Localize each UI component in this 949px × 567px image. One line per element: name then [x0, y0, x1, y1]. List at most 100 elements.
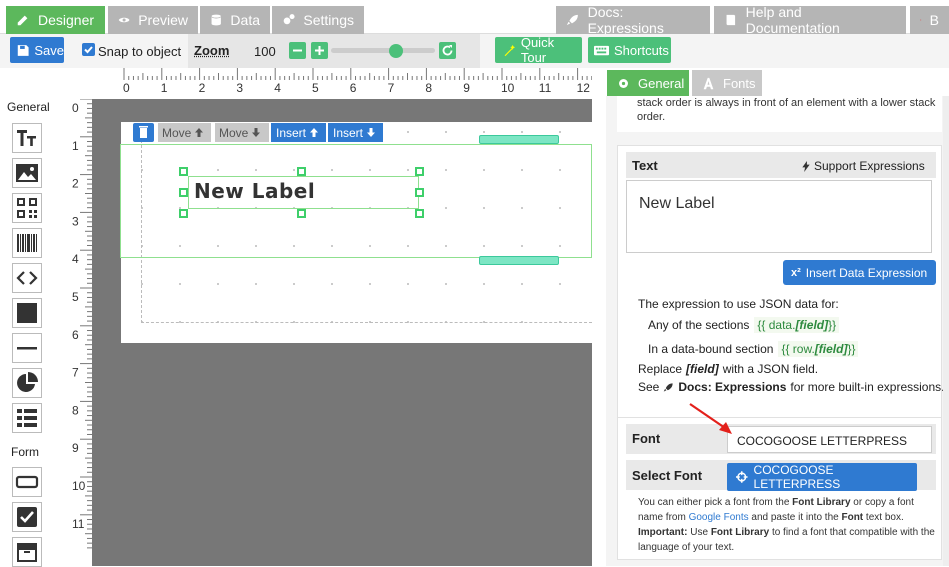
- delete-element-button[interactable]: [133, 123, 154, 142]
- resize-handle-w[interactable]: [179, 188, 188, 197]
- tab-designer[interactable]: Designer: [6, 6, 105, 34]
- archive-icon: [17, 543, 37, 562]
- gear-icon: [619, 78, 628, 88]
- rectangle-tool[interactable]: [12, 298, 42, 328]
- ruler-v-label: 11: [72, 517, 85, 531]
- properties-scrollbar[interactable]: [943, 96, 949, 566]
- text-title: Text: [632, 158, 658, 173]
- table-tool[interactable]: [12, 403, 42, 433]
- ruler-h-label: 2: [199, 81, 206, 95]
- top-tab-bar: Designer Preview Data Settings Docs: Exp…: [0, 0, 949, 36]
- resize-handle-sw[interactable]: [179, 209, 188, 218]
- dropdown-tool[interactable]: [12, 537, 42, 567]
- ruler-h-label: 8: [425, 81, 432, 95]
- zoom-reset-button[interactable]: [439, 42, 456, 59]
- move-down-button[interactable]: Move: [215, 123, 269, 142]
- tab-help-documentation[interactable]: Help and Documentation: [714, 4, 906, 36]
- zoom-slider-handle[interactable]: [389, 44, 403, 58]
- crosshairs-icon: [736, 471, 748, 483]
- google-fonts-link[interactable]: Google Fonts: [689, 512, 749, 523]
- image-tool[interactable]: [12, 158, 42, 188]
- resize-handle-nw[interactable]: [179, 167, 188, 176]
- insert-below-button[interactable]: Insert: [328, 123, 383, 142]
- ruler-v-label: 2: [72, 177, 79, 191]
- tab-preview[interactable]: Preview: [108, 6, 198, 34]
- ruler-v-label: 1: [72, 139, 79, 153]
- tab-data[interactable]: Data: [200, 6, 270, 34]
- shortcuts-button[interactable]: Shortcuts: [588, 37, 671, 63]
- zoom-out-button[interactable]: [289, 42, 306, 59]
- textbox-tool[interactable]: [12, 467, 42, 497]
- select-font-button[interactable]: COCOGOOSE LETTERPRESS: [727, 463, 917, 491]
- sign-out-icon: [920, 19, 922, 21]
- keyboard-icon: [594, 45, 609, 55]
- code-icon: [16, 271, 38, 285]
- font-help-line2: name from Google Fonts and paste it into…: [638, 512, 904, 523]
- help-any-sections: Any of the sections {{ data.[field]}}: [648, 317, 840, 333]
- html-tool[interactable]: [12, 263, 42, 293]
- zoom-value: 100: [254, 44, 276, 59]
- font-input[interactable]: COCOGOOSE LETTERPRESS: [727, 426, 932, 453]
- zoom-label: Zoom: [194, 43, 230, 58]
- docs-expressions-link[interactable]: Docs: Expressions: [678, 380, 786, 394]
- snap-checkbox[interactable]: [82, 43, 95, 56]
- ruler-v-label: 10: [72, 479, 86, 493]
- checkbox-icon: [17, 507, 37, 527]
- resize-handle-e[interactable]: [415, 188, 424, 197]
- ruler-h-label: 6: [350, 81, 357, 95]
- quick-tour-button[interactable]: Quick Tour: [495, 35, 582, 65]
- font-title: Font: [632, 431, 661, 446]
- ruler-h-label: 12: [577, 81, 591, 95]
- section-resize-handle-top[interactable]: [479, 135, 559, 144]
- zoom-in-button[interactable]: [311, 42, 328, 59]
- line-icon: [17, 347, 37, 350]
- intro-text-line2: order.: [637, 111, 666, 123]
- resize-handle-s[interactable]: [297, 209, 306, 218]
- ruler-h-label: 1: [161, 81, 168, 95]
- new-label-element[interactable]: New Label: [188, 176, 419, 209]
- zoom-slider[interactable]: [331, 48, 435, 53]
- insert-data-expression-button[interactable]: x² Insert Data Expression: [783, 260, 936, 285]
- trash-icon: [139, 126, 148, 138]
- resize-handle-ne[interactable]: [415, 167, 424, 176]
- label-text: New Label: [194, 179, 316, 203]
- tab-general[interactable]: General: [607, 70, 689, 96]
- text-value-textarea[interactable]: New Label: [626, 180, 932, 253]
- tab-settings[interactable]: Settings: [272, 6, 364, 34]
- ruler-h-label: 9: [463, 81, 470, 95]
- chart-tool[interactable]: [12, 368, 42, 398]
- section-resize-handle-bottom[interactable]: [479, 256, 559, 265]
- bolt-icon: [802, 160, 810, 172]
- move-up-button[interactable]: Move: [158, 123, 211, 142]
- font-library-link[interactable]: Font Library: [792, 497, 850, 508]
- ruler-v-label: 8: [72, 403, 79, 417]
- annotation-arrow: [689, 403, 732, 434]
- check-icon: [84, 46, 93, 54]
- plus-icon: [315, 46, 324, 55]
- insert-above-button[interactable]: Insert: [271, 123, 326, 142]
- help-intro: The expression to use JSON data for:: [638, 297, 839, 311]
- row-field-code: {{ row.[field]}}: [778, 341, 859, 357]
- barcode-tool[interactable]: [12, 228, 42, 258]
- intro-text-box: stack order is always in front of an ele…: [617, 96, 942, 132]
- qrcode-tool[interactable]: [12, 193, 42, 223]
- save-button[interactable]: Save: [10, 37, 64, 63]
- arrow-up-icon: [195, 128, 204, 137]
- resize-handle-n[interactable]: [297, 167, 306, 176]
- ruler-v-label: 4: [72, 252, 79, 266]
- tab-back[interactable]: B: [910, 6, 949, 34]
- text-tool[interactable]: [12, 123, 42, 153]
- ruler-v-label: 5: [72, 290, 79, 304]
- checkbox-tool[interactable]: [12, 502, 42, 532]
- database-icon: [211, 14, 221, 26]
- snap-label: Snap to object: [98, 44, 182, 59]
- ruler-h-label: 4: [274, 81, 281, 95]
- arrow-down-icon: [252, 128, 261, 137]
- tab-docs-expressions[interactable]: Docs: Expressions: [556, 4, 710, 36]
- line-tool[interactable]: [12, 333, 42, 363]
- data-field-code: {{ data.[field]}}: [754, 317, 840, 333]
- font-help-line3: Important: Use Font Library to find a fo…: [638, 527, 935, 538]
- qrcode-icon: [17, 198, 37, 218]
- tab-fonts[interactable]: Fonts: [692, 70, 762, 96]
- resize-handle-se[interactable]: [415, 209, 424, 218]
